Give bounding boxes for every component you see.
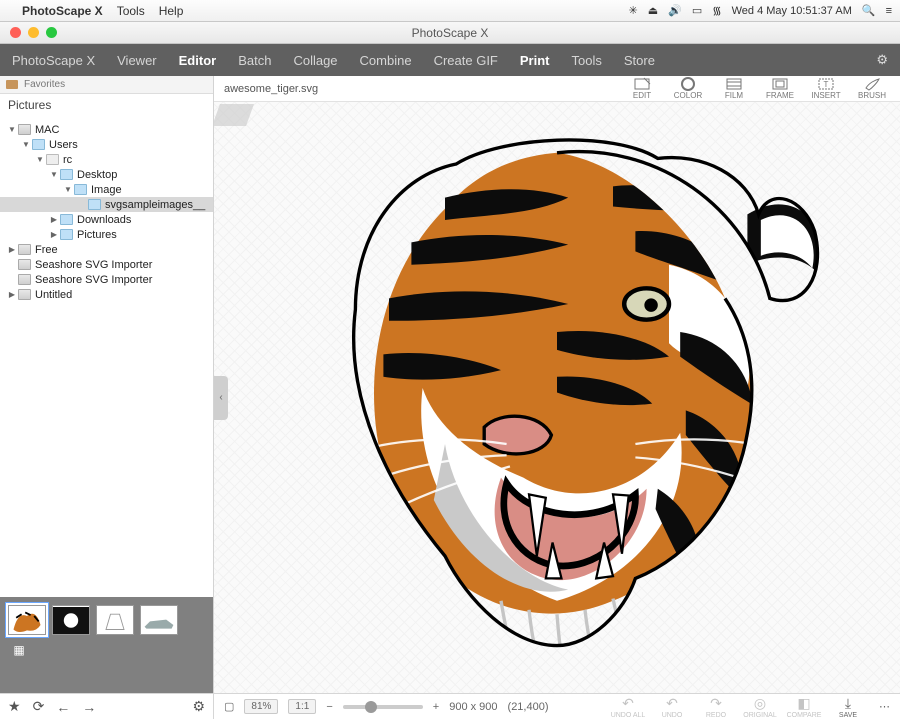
thumbnail[interactable] xyxy=(52,605,90,635)
display-icon[interactable]: ▭ xyxy=(692,4,702,17)
grid-toggle-icon[interactable]: ▦ xyxy=(8,641,30,659)
tree-row[interactable]: svgsampleimages__ xyxy=(0,197,213,212)
tab-photoscape[interactable]: PhotoScape X xyxy=(12,53,95,68)
tree-row[interactable]: ▼Desktop xyxy=(0,167,213,182)
thumbnail-strip: ▦ xyxy=(0,597,213,693)
tool-brush[interactable]: BRUSH xyxy=(850,76,894,100)
svg-text:T: T xyxy=(824,80,829,89)
window-title: PhotoScape X xyxy=(0,26,900,40)
menubar-app[interactable]: PhotoScape X xyxy=(22,4,103,18)
tab-store[interactable]: Store xyxy=(624,53,655,68)
status-icon: ✳︎ xyxy=(629,4,638,17)
spotlight-icon[interactable]: 🔍 xyxy=(862,4,876,17)
editor-canvas-area: awesome_tiger.svg EDITCOLORFILMFRAMETINS… xyxy=(214,76,900,693)
zoom-out-icon[interactable]: − xyxy=(326,701,332,713)
fit-screen-icon[interactable]: ▢ xyxy=(224,700,234,713)
tab-combine[interactable]: Combine xyxy=(360,53,412,68)
favorites-label: Favorites xyxy=(24,79,65,90)
sidebar-footer: ★ ⟳ ← → ⚙ xyxy=(0,694,214,719)
pixel-count: (21,400) xyxy=(508,701,549,713)
menubar-item[interactable]: Tools xyxy=(117,4,145,18)
tool-insert[interactable]: TINSERT xyxy=(804,76,848,100)
history-original: ◎ORIGINAL xyxy=(739,695,781,719)
star-icon[interactable]: ★ xyxy=(8,698,21,715)
image-dimensions: 900 x 900 xyxy=(449,701,497,713)
tab-create-gif[interactable]: Create GIF xyxy=(434,53,498,68)
menu-extra-icon[interactable]: ≡ xyxy=(886,5,892,17)
tool-edit[interactable]: EDIT xyxy=(620,76,664,100)
folder-tree[interactable]: ▼MAC▼Users▼rc▼Desktop▼Imagesvgsampleimag… xyxy=(0,116,213,597)
pictures-label[interactable]: Pictures xyxy=(0,94,213,116)
minimize-window-button[interactable] xyxy=(28,27,39,38)
menubar-item[interactable]: Help xyxy=(159,4,184,18)
zoom-slider[interactable] xyxy=(343,705,423,709)
canvas[interactable]: ‹ xyxy=(214,102,900,693)
history-undo-all: ↶UNDO ALL xyxy=(607,695,649,719)
thumbnail[interactable] xyxy=(8,605,46,635)
tree-row[interactable]: ▼Image xyxy=(0,182,213,197)
history-save[interactable]: ⤓SAVE xyxy=(827,695,869,719)
maximize-window-button[interactable] xyxy=(46,27,57,38)
image-content xyxy=(277,108,837,668)
mac-menubar: PhotoScape X Tools Help ✳︎ ⏏ 🔊 ▭ ᯾ Wed 4… xyxy=(0,0,900,22)
wifi-icon[interactable]: ᯾ xyxy=(712,3,721,18)
tab-print[interactable]: Print xyxy=(520,53,550,68)
tree-row[interactable]: ▶Pictures xyxy=(0,227,213,242)
app-tabs: PhotoScape X Viewer Editor Batch Collage… xyxy=(0,44,900,76)
tab-editor[interactable]: Editor xyxy=(179,53,217,68)
collapse-sidebar-button[interactable]: ‹ xyxy=(214,376,228,420)
forward-icon[interactable]: → xyxy=(82,699,96,715)
tree-row[interactable]: ▶Untitled xyxy=(0,287,213,302)
history-redo: ↷REDO xyxy=(695,695,737,719)
sidebar: Favorites Pictures ▼MAC▼Users▼rc▼Desktop… xyxy=(0,76,214,693)
gear-icon[interactable]: ⚙ xyxy=(192,698,205,715)
folder-icon xyxy=(6,80,18,89)
tool-color[interactable]: COLOR xyxy=(666,76,710,100)
zoom-in-icon[interactable]: + xyxy=(433,701,439,713)
favorites-bar[interactable]: Favorites xyxy=(0,76,213,94)
back-icon[interactable]: ← xyxy=(56,699,70,715)
window-titlebar: PhotoScape X xyxy=(0,22,900,44)
zoom-percent[interactable]: 81% xyxy=(244,699,278,714)
tree-row[interactable]: ▶Downloads xyxy=(0,212,213,227)
tab-collage[interactable]: Collage xyxy=(293,53,337,68)
history-undo: ↶UNDO xyxy=(651,695,693,719)
menubar-datetime[interactable]: Wed 4 May 10:51:37 AM xyxy=(732,5,852,17)
current-filename: awesome_tiger.svg xyxy=(224,83,318,95)
settings-icon[interactable]: ⚙ xyxy=(876,52,888,68)
tool-frame[interactable]: FRAME xyxy=(758,76,802,100)
history-compare: ◧COMPARE xyxy=(783,695,825,719)
tool-film[interactable]: FILM xyxy=(712,76,756,100)
tree-row[interactable]: ▼Users xyxy=(0,137,213,152)
tree-row[interactable]: Seashore SVG Importer xyxy=(0,272,213,287)
zoom-ratio[interactable]: 1:1 xyxy=(288,699,316,714)
tab-tools[interactable]: Tools xyxy=(572,53,602,68)
tab-viewer[interactable]: Viewer xyxy=(117,53,157,68)
canvas-tag xyxy=(214,104,254,126)
tree-row[interactable]: ▼rc xyxy=(0,152,213,167)
thumbnail[interactable] xyxy=(96,605,134,635)
close-window-button[interactable] xyxy=(10,27,21,38)
more-icon[interactable]: ⋯ xyxy=(879,700,890,713)
status-icon: ⏏ xyxy=(648,4,658,17)
canvas-footer: ▢ 81% 1:1 − + 900 x 900 (21,400) ↶UNDO A… xyxy=(214,694,900,719)
refresh-icon[interactable]: ⟳ xyxy=(33,698,45,715)
volume-icon[interactable]: 🔊 xyxy=(668,4,682,17)
thumbnail[interactable] xyxy=(140,605,178,635)
tab-batch[interactable]: Batch xyxy=(238,53,271,68)
tree-row[interactable]: ▼MAC xyxy=(0,122,213,137)
tree-row[interactable]: ▶Free xyxy=(0,242,213,257)
tree-row[interactable]: Seashore SVG Importer xyxy=(0,257,213,272)
